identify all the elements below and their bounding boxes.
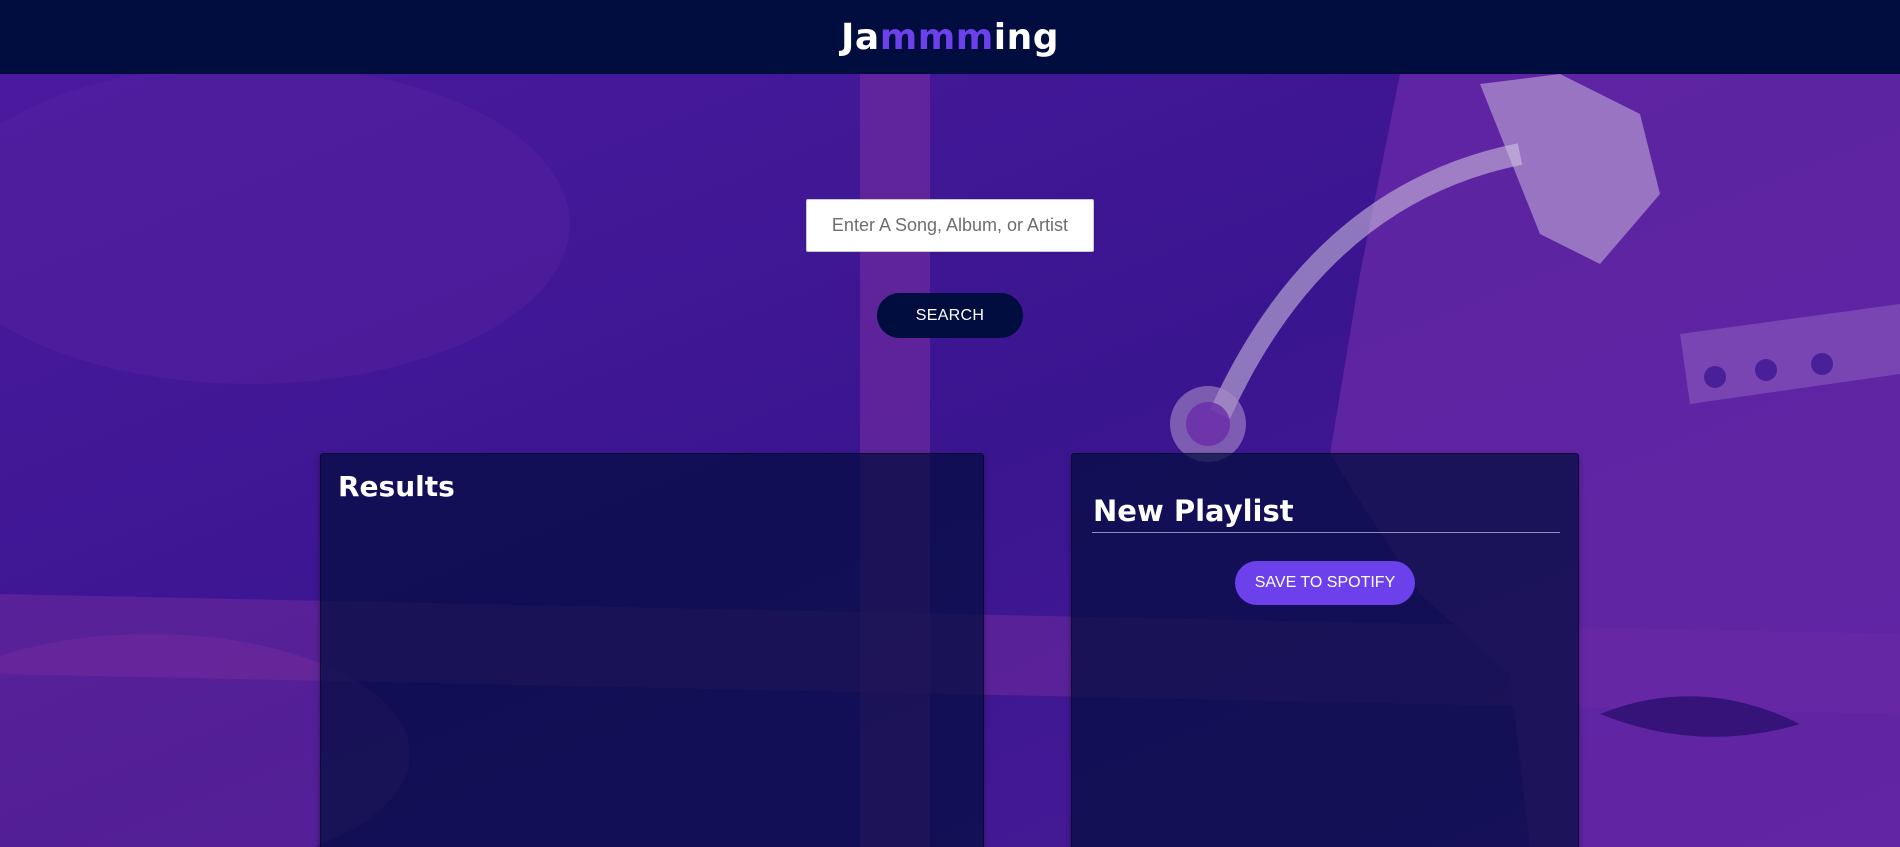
playlist-panel: SAVE TO SPOTIFY <box>1071 453 1579 847</box>
results-title: Results <box>338 470 455 503</box>
search-button[interactable]: SEARCH <box>877 293 1023 338</box>
save-to-spotify-button[interactable]: SAVE TO SPOTIFY <box>1235 561 1415 605</box>
logo-prefix: Ja <box>841 16 880 58</box>
results-panel: Results <box>320 453 984 847</box>
logo-suffix: ing <box>993 16 1059 58</box>
jammming-app: Jammming SEARCH Results SAVE TO SPOTIFY <box>0 0 1900 847</box>
app-logo: Jammming <box>841 17 1059 58</box>
app-header: Jammming <box>0 0 1900 74</box>
playlist-name-input[interactable] <box>1092 494 1560 533</box>
logo-accent: mmm <box>879 16 994 58</box>
search-input[interactable] <box>806 199 1094 252</box>
